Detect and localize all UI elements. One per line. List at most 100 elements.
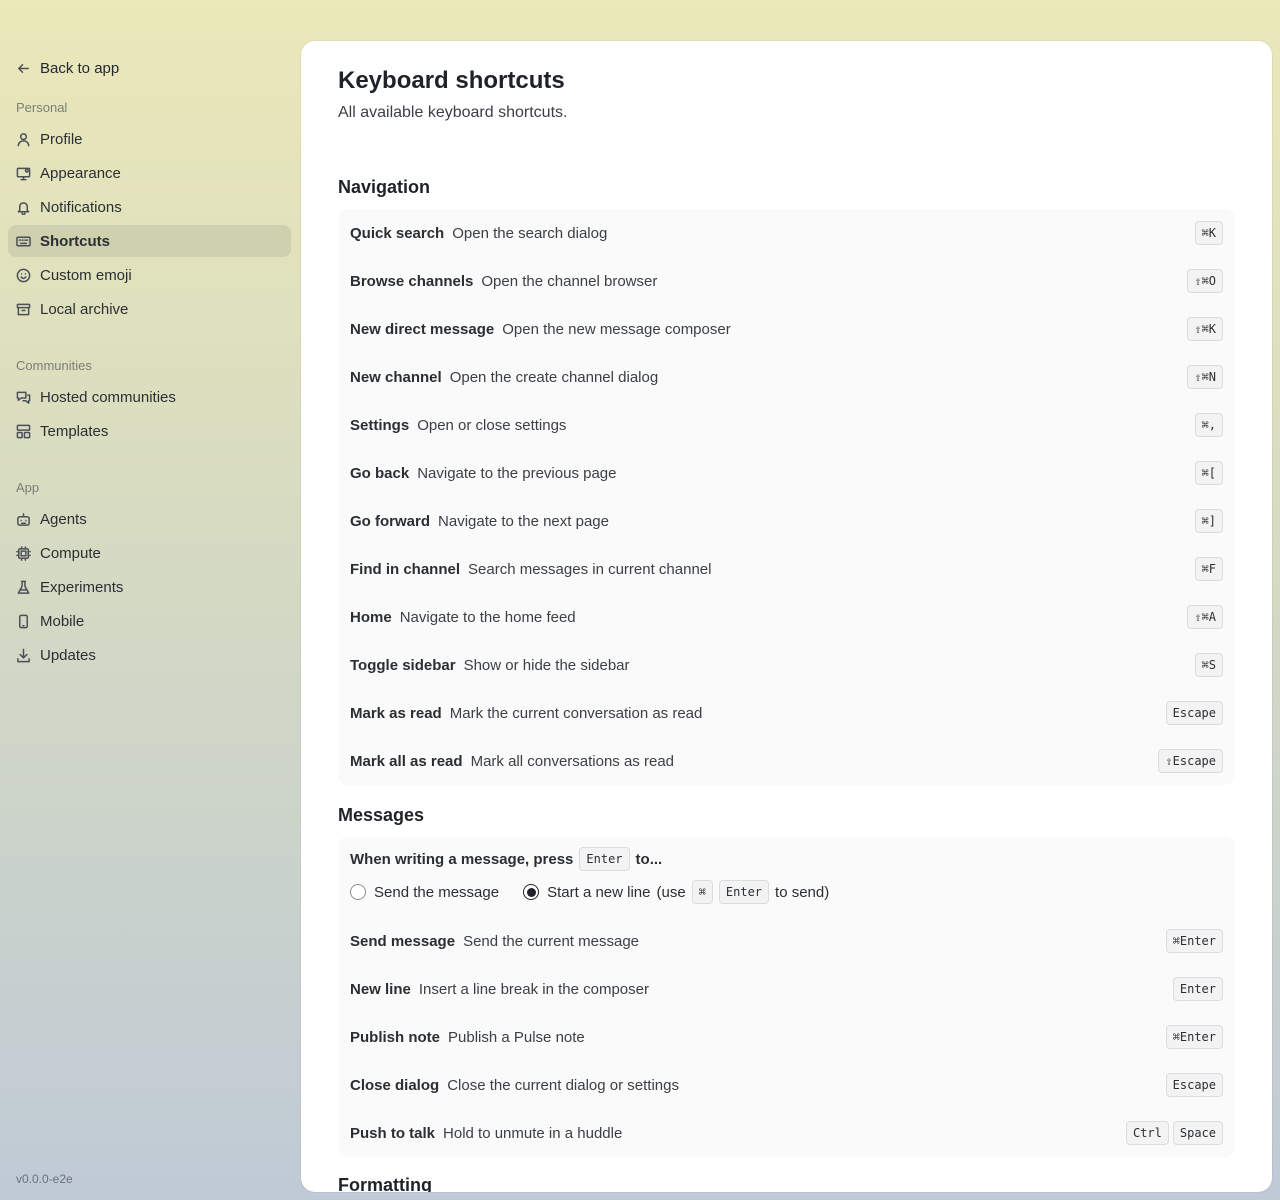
send-hint: (use ⌘ Enter to send) — [656, 880, 829, 904]
sidebar-item-shortcuts[interactable]: Shortcuts — [8, 225, 291, 257]
radio-circle[interactable] — [350, 884, 366, 900]
sidebar-item-label: Templates — [40, 422, 109, 440]
sidebar-item-local-archive[interactable]: Local archive — [8, 293, 291, 325]
key-badge: ⌘] — [1194, 509, 1223, 533]
pref-text-after: to... — [635, 850, 663, 868]
shortcut-row: Push to talk Hold to unmute in a huddle Ct… — [338, 1109, 1235, 1157]
sidebar-item-appearance[interactable]: Appearance — [8, 157, 291, 189]
shortcut-row: New direct message Open the new message c… — [338, 305, 1235, 353]
key-badge: ⌘F — [1194, 557, 1223, 581]
shortcut-row: New channel Open the create channel dialo… — [338, 353, 1235, 401]
shortcut-keys: Escape — [1165, 701, 1223, 725]
shortcut-keys: ⌘Enter — [1165, 1025, 1223, 1049]
shortcut-keys: Ctrl Space — [1125, 1121, 1223, 1145]
sidebar-item-label: Shortcuts — [40, 232, 111, 250]
key-badge: ⌘Enter — [1165, 929, 1223, 953]
section-title-formatting: Formatting — [338, 1175, 432, 1192]
radio-send-message[interactable]: Send the message — [350, 884, 499, 901]
sidebar-item-compute[interactable]: Compute — [8, 537, 291, 569]
messages-shortcuts-list: When writing a message, press Enter to..… — [338, 837, 1235, 1157]
bot-icon — [16, 512, 31, 527]
shortcut-keys: ⌘S — [1194, 653, 1223, 677]
shortcut-description: Open the channel browser — [481, 272, 658, 290]
sidebar-item-notifications[interactable]: Notifications — [8, 191, 291, 223]
navigation-shortcuts-list: Quick search Open the search dialog ⌘K Brow… — [338, 209, 1235, 785]
key-badge: ⌘K — [1194, 221, 1223, 245]
key-badge: ⇧⌘N — [1187, 365, 1223, 389]
sidebar-item-experiments[interactable]: Experiments — [8, 571, 291, 603]
shortcut-description: Insert a line break in the composer — [418, 980, 649, 998]
shortcut-name: Close dialog — [350, 1076, 440, 1094]
shortcut-description: Navigate to the previous page — [417, 464, 617, 482]
key-badge: ⇧⌘K — [1187, 317, 1223, 341]
shortcut-name: Send message — [350, 932, 456, 950]
settings-panel: Keyboard shortcuts All available keyboar… — [301, 41, 1272, 1192]
sidebar-item-custom-emoji[interactable]: Custom emoji — [8, 259, 291, 291]
shortcut-row: Browse channels Open the channel browser ⇧… — [338, 257, 1235, 305]
radio-label: Send the message — [374, 883, 500, 901]
page-title: Keyboard shortcuts — [338, 67, 565, 94]
shortcut-description: Show or hide the sidebar — [463, 656, 630, 674]
shortcut-name: Mark as read — [350, 704, 442, 722]
sidebar-item-templates[interactable]: Templates — [8, 415, 291, 447]
shortcut-description: Search messages in current channel — [468, 560, 712, 578]
user-icon — [16, 132, 31, 147]
sidebar-item-label: Mobile — [40, 612, 85, 630]
key-badge: ⌘ — [691, 880, 713, 904]
pref-text-before: When writing a message, press — [350, 850, 574, 868]
chat-icon — [16, 390, 31, 405]
layout-icon — [16, 424, 31, 439]
key-badge: Enter — [1172, 977, 1223, 1001]
sidebar-item-label: Custom emoji — [40, 266, 132, 284]
shortcut-row: Go back Navigate to the previous page ⌘[ — [338, 449, 1235, 497]
shortcut-keys: ⌘Enter — [1165, 929, 1223, 953]
shortcut-row: Publish note Publish a Pulse note ⌘Enter — [338, 1013, 1235, 1061]
archive-icon — [16, 302, 31, 317]
shortcut-name: Find in channel — [350, 560, 461, 578]
shortcut-description: Send the current message — [463, 932, 639, 950]
shortcut-name: Push to talk — [350, 1124, 436, 1142]
flask-icon — [16, 580, 31, 595]
shortcut-row: Find in channel Search messages in curren… — [338, 545, 1235, 593]
shortcut-description: Open or close settings — [417, 416, 567, 434]
hint-text-open: (use — [656, 883, 686, 901]
shortcut-description: Navigate to the next page — [438, 512, 609, 530]
app-version: v0.0.0-e2e — [16, 1172, 73, 1186]
shortcut-row: Settings Open or close settings ⌘, — [338, 401, 1235, 449]
sidebar-item-label: Local archive — [40, 300, 129, 318]
shortcut-description: Open the search dialog — [452, 224, 608, 242]
sidebar-item-updates[interactable]: Updates — [8, 639, 291, 671]
sidebar-item-mobile[interactable]: Mobile — [8, 605, 291, 637]
shortcut-row: Close dialog Close the current dialog or … — [338, 1061, 1235, 1109]
sidebar-item-profile[interactable]: Profile — [8, 123, 291, 155]
phone-icon — [16, 614, 31, 629]
sidebar-item-label: Agents — [40, 510, 87, 528]
sidebar-item-label: Profile — [40, 130, 83, 148]
shortcut-keys: ⌘K — [1194, 221, 1223, 245]
key-badge: Enter — [718, 880, 770, 904]
shortcut-name: Home — [350, 608, 392, 626]
shortcut-row: Home Navigate to the home feed ⇧⌘A — [338, 593, 1235, 641]
shortcut-name: Go forward — [350, 512, 431, 530]
key-badge: Escape — [1165, 701, 1223, 725]
sidebar-item-label: Updates — [40, 646, 96, 664]
radio-circle[interactable] — [523, 884, 540, 900]
shortcut-row: Mark all as read Mark all conversations a… — [338, 737, 1235, 785]
shortcut-name: Publish note — [350, 1028, 440, 1046]
shortcut-description: Close the current dialog or settings — [447, 1076, 679, 1094]
back-to-app-link[interactable]: Back to app — [8, 51, 291, 85]
page-subtitle: All available keyboard shortcuts. — [338, 104, 568, 121]
radio-new-line[interactable]: Start a new line — [523, 884, 650, 901]
shortcut-name: New channel — [350, 368, 442, 386]
shortcut-description: Publish a Pulse note — [448, 1028, 585, 1046]
shortcut-description: Open the new message composer — [502, 320, 731, 338]
radio-label: Start a new line — [547, 883, 651, 901]
key-badge: ⌘, — [1194, 413, 1223, 437]
shortcut-name: Quick search — [350, 224, 445, 242]
key-badge: ⌘Enter — [1165, 1025, 1223, 1049]
shortcut-keys: ⇧Escape — [1158, 749, 1223, 773]
sidebar-item-agents[interactable]: Agents — [8, 503, 291, 535]
key-badge: ⇧⌘O — [1187, 269, 1223, 293]
sidebar-item-hosted-communities[interactable]: Hosted communities — [8, 381, 291, 413]
key-badge: ⌘S — [1194, 653, 1223, 677]
